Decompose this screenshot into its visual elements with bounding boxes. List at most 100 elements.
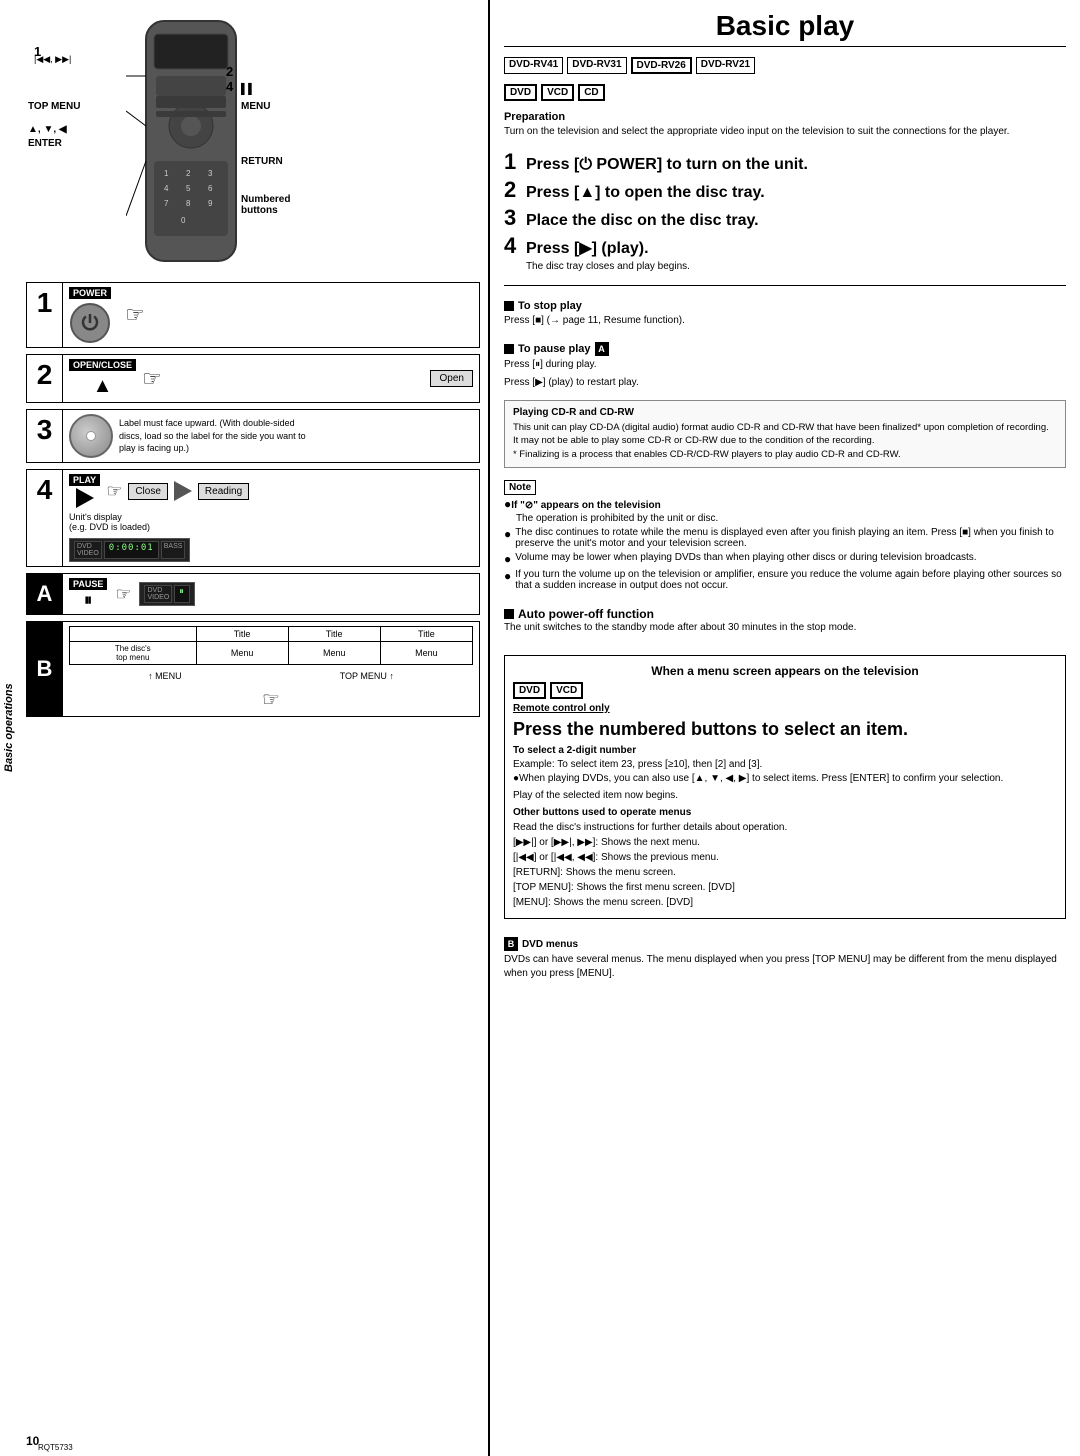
label-arrow: ▲, ▼, ◀ — [28, 124, 67, 135]
pause-play-text-2: Press [▶] (play) to restart play. — [504, 376, 1066, 390]
pause-play-section: To pause play A Press [⏸] during play. P… — [504, 338, 1066, 394]
step-4-number: 4 — [27, 470, 63, 566]
right-step-4-num: 4 — [504, 233, 520, 259]
badge-dvdrv26: DVD-RV26 — [631, 57, 692, 74]
pause-play-icon — [504, 344, 514, 354]
svg-text:8: 8 — [186, 199, 191, 208]
dvd-menus-title: B DVD menus — [504, 937, 1066, 951]
preparation-text: Turn on the television and select the ap… — [504, 125, 1066, 139]
title-col-3: Title — [380, 627, 472, 642]
rqt-number: RQT5733 — [38, 1443, 73, 1452]
other-buttons-text: Read the disc's instructions for further… — [513, 820, 1057, 910]
finger-icon-1: ☞ — [125, 302, 145, 328]
step-2-section: 2 OPEN/CLOSE ▲ ☞ Open — [26, 354, 480, 403]
press-numbered-text: Press the numbered buttons to select an … — [513, 718, 1057, 741]
media-cd: CD — [578, 84, 604, 101]
step-a-content: PAUSE ⏸ ☞ DVDVIDEO ⏸ — [63, 574, 479, 614]
step-b-content: Title Title Title The disc'stop menu Men… — [63, 622, 479, 716]
eject-icon: ▲ — [93, 375, 113, 398]
label-skip: |◀◀, ▶▶| — [34, 54, 71, 65]
preparation-title: Preparation — [504, 111, 1066, 123]
pause-play-title: To pause play A — [504, 342, 1066, 356]
remote-diagram-area: 1 2 3 4 5 6 7 8 9 0 1 24 — [26, 8, 480, 278]
auto-power-icon — [504, 609, 514, 619]
step-3-section: 3 Label must face upward. (With double-s… — [26, 409, 480, 463]
step-b-number: B — [27, 622, 63, 716]
svg-text:2: 2 — [186, 169, 191, 178]
step-b-section: B Title Title Title The disc'stop menu M — [26, 621, 480, 717]
stop-play-text: Press [■] (→ page 11, Resume function). — [504, 314, 1066, 328]
step-2-number: 2 — [27, 355, 63, 402]
note-title: Note — [504, 480, 536, 495]
close-button-display: Close — [128, 483, 168, 500]
right-step-2-num: 2 — [504, 177, 520, 203]
display-time: 0:00:01 — [104, 541, 159, 559]
badge-dvdrv31: DVD-RV31 — [567, 57, 626, 74]
note-bullet-2: The operation is prohibited by the unit … — [516, 513, 1066, 524]
svg-text:3: 3 — [208, 169, 213, 178]
remote-svg: 1 2 3 4 5 6 7 8 9 0 — [126, 16, 256, 276]
step-3-number: 3 — [27, 410, 63, 462]
finger-icon-2: ☞ — [142, 366, 162, 392]
label-enter: ENTER — [28, 138, 62, 149]
menu-col-3: Menu — [380, 642, 472, 665]
right-step-1-num: 1 — [504, 149, 520, 175]
pause-display-time: ⏸ — [174, 585, 190, 603]
right-step-1-text: Press [⏻ POWER] to turn on the unit. — [526, 156, 808, 174]
right-step-4-text: Press [▶] (play). — [526, 238, 649, 258]
menu-screen-title: When a menu screen appears on the televi… — [513, 664, 1057, 678]
auto-power-section: Auto power-off function The unit switche… — [504, 607, 1066, 639]
right-step-3-num: 3 — [504, 205, 520, 231]
step-1-content: POWER ☞ — [63, 283, 479, 347]
right-step-2-text: Press [▲] to open the disc tray. — [526, 184, 765, 202]
step-a-section: A PAUSE ⏸ ☞ DVDVIDEO ⏸ — [26, 573, 480, 615]
play-arrow-2 — [174, 481, 192, 501]
remote-control-only: Remote control only — [513, 703, 1057, 714]
step-3-content: Label must face upward. (With double-sid… — [63, 410, 479, 462]
svg-text:7: 7 — [164, 199, 169, 208]
dvd-menus-section: B DVD menus DVDs can have several menus.… — [504, 933, 1066, 981]
left-panel: 1 2 3 4 5 6 7 8 9 0 1 24 — [18, 0, 490, 1456]
steps-section: 1 Press [⏻ POWER] to turn on the unit. 2… — [504, 149, 1066, 275]
display-dvd-label: DVDVIDEO — [74, 541, 102, 559]
menu-vcd-badge: VCD — [550, 682, 583, 699]
power-icon — [70, 303, 110, 343]
finger-icon-b: ☞ — [262, 687, 280, 712]
model-badges: DVD-RV41 DVD-RV31 DVD-RV26 DVD-RV21 — [504, 57, 1066, 74]
display-bass-label: BASS — [161, 541, 186, 559]
svg-text:6: 6 — [208, 184, 213, 193]
select-2digit-sub: Play of the selected item now begins. — [513, 790, 1057, 801]
pause-label-box: PAUSE — [69, 578, 107, 590]
label-top-menu: TOP MENU — [28, 101, 80, 112]
label-return: RETURN — [241, 156, 283, 167]
media-dvd: DVD — [504, 84, 537, 101]
right-panel: Basic play DVD-RV41 DVD-RV31 DVD-RV26 DV… — [490, 0, 1080, 1456]
b-badge: B — [504, 937, 518, 951]
svg-text:4: 4 — [164, 184, 169, 193]
title-col-1: Title — [196, 627, 288, 642]
note-section: Note ●If "⊘" appears on the television T… — [504, 480, 1066, 591]
menu-label-bottom: ↑ MENU — [148, 671, 182, 681]
disc-icon — [69, 414, 113, 458]
finger-icon-4: ☞ — [106, 481, 122, 502]
sidebar-operations-label: Basic operations — [0, 0, 18, 1456]
step-4-content: PLAY ☞ Close Reading Unit's display (e.g… — [63, 470, 479, 566]
note-bullet-4: ●Volume may be lower when playing DVDs t… — [504, 552, 1066, 566]
page-title: Basic play — [504, 10, 1066, 47]
stop-play-title: To stop play — [504, 300, 1066, 312]
openclose-label: OPEN/CLOSE — [69, 359, 136, 371]
playing-cd-text: This unit can play CD-DA (digital audio)… — [513, 421, 1057, 461]
pause-icon: ⏸ — [84, 592, 92, 610]
pause-dvd-label: DVDVIDEO — [144, 585, 172, 603]
disc-top-menu-cell: The disc'stop menu — [70, 642, 197, 665]
open-button-display: Open — [430, 370, 472, 387]
label-ii: ▌▌ — [241, 84, 255, 95]
playing-cd-title: Playing CD-R and CD-RW — [513, 407, 1057, 418]
top-menu-label-bottom: TOP MENU ↑ — [340, 671, 394, 681]
step-right-2: 2 Press [▲] to open the disc tray. — [504, 177, 1066, 203]
step-4-section: 4 PLAY ☞ Close Reading Unit's display (e… — [26, 469, 480, 567]
select-2digit-text: Example: To select item 23, press [≥10],… — [513, 758, 1057, 786]
play-icon — [76, 488, 94, 508]
svg-text:0: 0 — [181, 216, 186, 225]
reading-button-display: Reading — [198, 483, 249, 500]
